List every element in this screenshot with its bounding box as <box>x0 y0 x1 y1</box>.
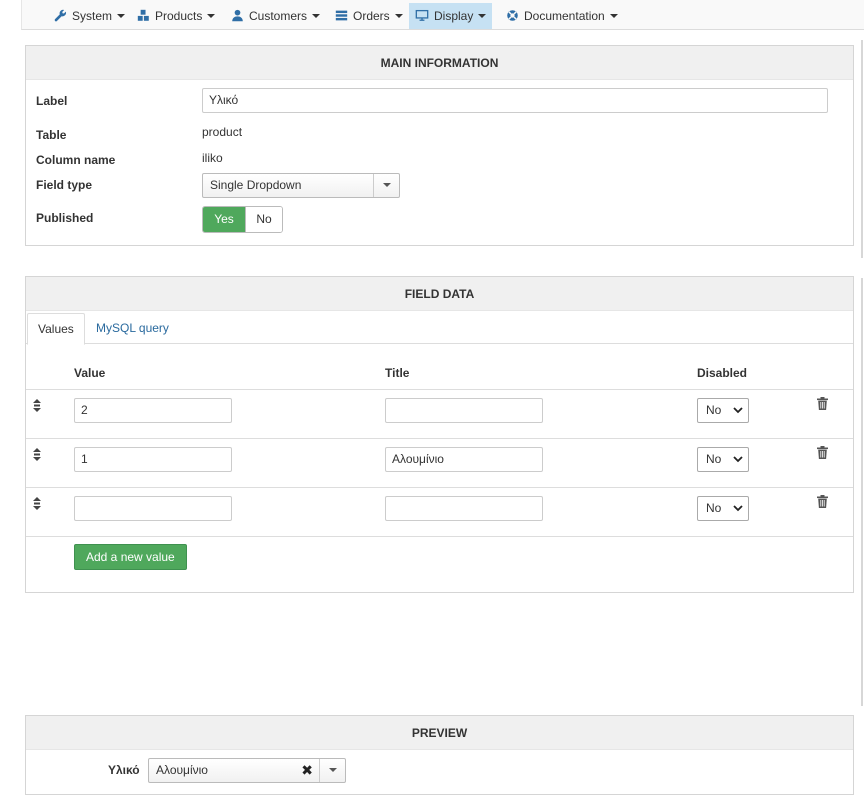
preview-panel: PREVIEW Υλικό Αλουμίνιο ✖ <box>25 715 854 795</box>
nav-system-label: System <box>72 9 113 23</box>
disabled-value: No <box>706 501 722 515</box>
cubes-icon <box>137 9 149 21</box>
table-row: No <box>26 487 853 536</box>
top-navigation: System Products Customers Orders Display… <box>21 0 864 30</box>
nav-products[interactable]: Products <box>131 3 221 29</box>
nav-system[interactable]: System <box>48 3 131 29</box>
table-row: 2 No <box>26 389 853 438</box>
drag-handle-icon[interactable] <box>33 497 41 513</box>
nav-customers[interactable]: Customers <box>225 3 326 29</box>
preview-select[interactable]: Αλουμίνιο ✖ <box>148 758 346 783</box>
field-type-label: Field type <box>36 178 93 192</box>
nav-orders[interactable]: Orders <box>329 3 409 29</box>
column-header-title: Title <box>385 366 410 380</box>
title-input[interactable]: Αλουμίνιο <box>385 447 543 472</box>
trash-icon[interactable] <box>817 495 828 511</box>
panel-title: PREVIEW <box>26 716 853 750</box>
row-divider <box>26 536 853 537</box>
trash-icon[interactable] <box>817 397 828 413</box>
table-row: 1 Αλουμίνιο No <box>26 438 853 487</box>
disabled-value: No <box>706 452 722 466</box>
drag-handle-icon[interactable] <box>33 399 41 415</box>
value-input[interactable]: 1 <box>74 447 232 472</box>
nav-documentation-label: Documentation <box>524 9 605 23</box>
nav-documentation[interactable]: Documentation <box>500 3 624 29</box>
disabled-select[interactable]: No <box>697 447 749 472</box>
nav-customers-label: Customers <box>249 9 308 23</box>
tab-values[interactable]: Values <box>27 313 85 345</box>
table-value: product <box>202 125 243 139</box>
add-value-button[interactable]: Add a new value <box>74 544 187 570</box>
published-label: Published <box>36 211 94 225</box>
chevron-down-icon <box>733 407 743 414</box>
chevron-down-icon <box>733 456 743 463</box>
chevron-down-icon <box>609 14 618 18</box>
preview-field-label: Υλικό <box>108 763 140 777</box>
label-field-label: Label <box>36 94 68 108</box>
tab-mysql-query[interactable]: MySQL query <box>86 313 179 345</box>
label-input[interactable]: Υλικό <box>202 88 828 113</box>
value-input[interactable] <box>74 496 232 521</box>
chevron-down-icon <box>394 14 403 18</box>
title-input[interactable] <box>385 496 543 521</box>
disabled-value: No <box>706 403 722 417</box>
chevron-down-icon <box>312 14 321 18</box>
nav-display-label: Display <box>434 9 474 23</box>
wrench-icon <box>54 9 67 22</box>
field-type-value: Single Dropdown <box>210 178 302 192</box>
published-yes-button[interactable]: Yes <box>203 207 245 232</box>
preview-selected-value: Αλουμίνιο <box>156 763 208 777</box>
value-input[interactable]: 2 <box>74 398 232 423</box>
clear-icon[interactable]: ✖ <box>301 759 313 782</box>
chevron-down-icon <box>478 14 487 18</box>
drag-handle-icon[interactable] <box>33 448 41 464</box>
field-data-panel: FIELD DATA Values MySQL query Value Titl… <box>25 276 854 593</box>
scroll-divider <box>861 278 863 706</box>
monitor-icon <box>415 9 429 21</box>
title-input[interactable] <box>385 398 543 423</box>
scroll-divider <box>861 40 863 258</box>
lifebuoy-icon <box>507 10 518 21</box>
nav-display[interactable]: Display <box>409 3 493 29</box>
chevron-down-icon <box>329 768 337 772</box>
chevron-down-icon <box>733 505 743 512</box>
column-name-value: iliko <box>202 151 223 165</box>
field-type-select[interactable]: Single Dropdown <box>202 173 400 198</box>
panel-title: FIELD DATA <box>26 277 853 311</box>
trash-icon[interactable] <box>817 446 828 462</box>
published-toggle[interactable]: Yes No <box>202 206 283 233</box>
column-name-label: Column name <box>36 153 116 167</box>
panel-title: MAIN INFORMATION <box>26 46 853 80</box>
table-label: Table <box>36 128 67 142</box>
main-information-panel: MAIN INFORMATION Label Υλικό Table produ… <box>25 45 854 246</box>
disabled-select[interactable]: No <box>697 496 749 521</box>
published-no-button[interactable]: No <box>245 207 282 232</box>
chevron-down-icon <box>207 14 216 18</box>
disabled-select[interactable]: No <box>697 398 749 423</box>
field-data-tabs: Values MySQL query <box>26 312 853 345</box>
list-icon <box>335 10 348 21</box>
column-header-value: Value <box>74 366 106 380</box>
nav-orders-label: Orders <box>353 9 390 23</box>
column-header-disabled: Disabled <box>697 366 748 380</box>
nav-products-label: Products <box>155 9 203 23</box>
chevron-down-icon <box>117 14 126 18</box>
chevron-down-icon <box>383 183 391 187</box>
user-icon <box>232 9 243 22</box>
